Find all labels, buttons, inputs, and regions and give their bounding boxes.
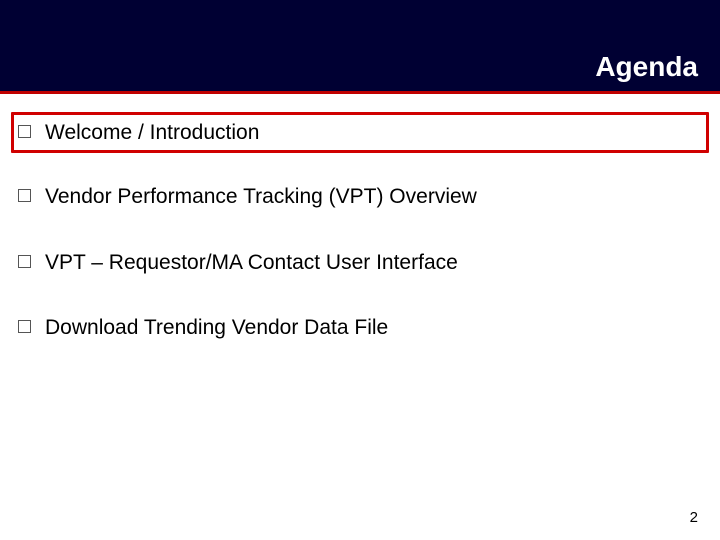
checkbox-icon — [18, 255, 31, 268]
bullet-text: Vendor Performance Tracking (VPT) Overvi… — [45, 183, 477, 210]
bullet-item-highlighted: Welcome / Introduction — [11, 112, 709, 153]
slide-header: Agenda — [0, 0, 720, 94]
checkbox-icon — [18, 320, 31, 333]
checkbox-icon — [18, 125, 31, 138]
checkbox-icon — [18, 189, 31, 202]
bullet-text: Welcome / Introduction — [45, 119, 259, 146]
bullet-item: Vendor Performance Tracking (VPT) Overvi… — [12, 177, 708, 216]
bullet-text: VPT – Requestor/MA Contact User Interfac… — [45, 249, 458, 276]
bullet-item: VPT – Requestor/MA Contact User Interfac… — [12, 243, 708, 282]
page-number: 2 — [690, 509, 698, 526]
bullet-item: Download Trending Vendor Data File — [12, 308, 708, 347]
slide-content: Welcome / Introduction Vendor Performanc… — [0, 94, 720, 347]
slide-title: Agenda — [595, 51, 698, 83]
bullet-text: Download Trending Vendor Data File — [45, 314, 388, 341]
